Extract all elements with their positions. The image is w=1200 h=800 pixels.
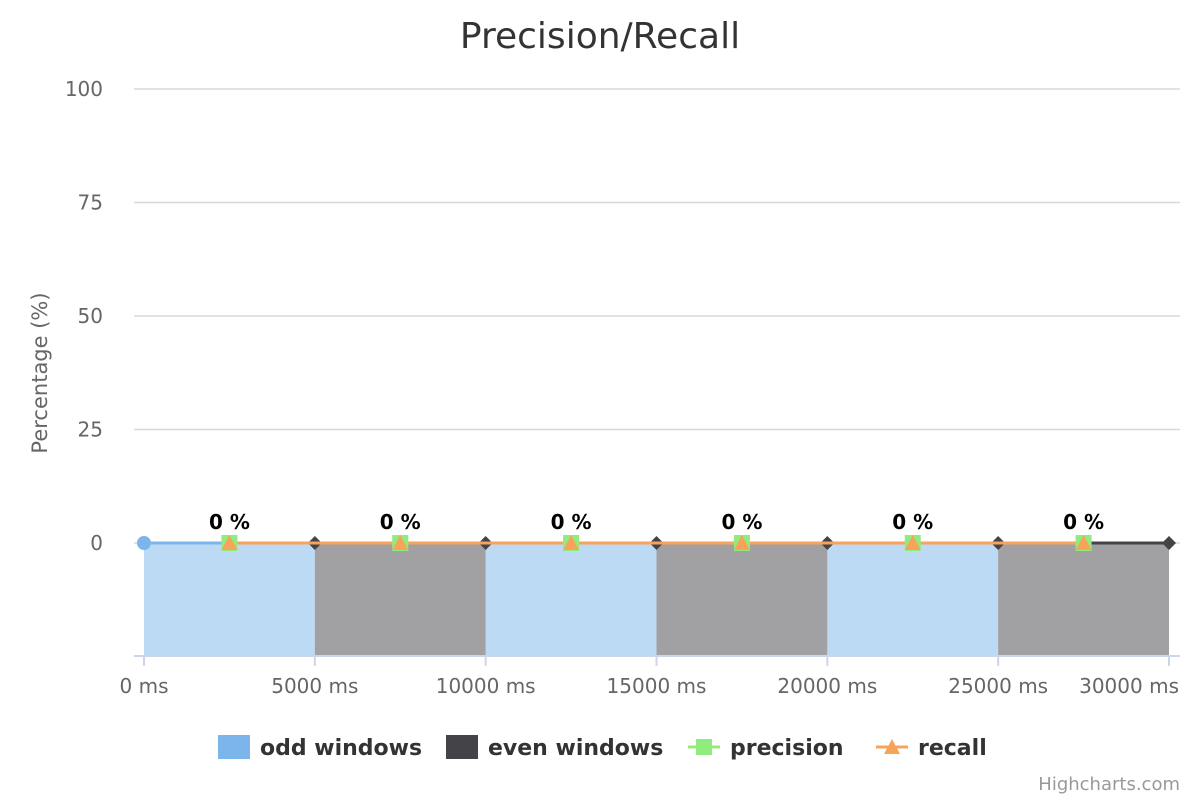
x-tick-label: 0 ms bbox=[120, 674, 169, 698]
grid-lines bbox=[134, 88, 1180, 544]
legend-label: even windows bbox=[488, 736, 663, 761]
window-band-4 bbox=[656, 543, 828, 656]
window-band-2 bbox=[314, 543, 486, 656]
data-label: 0 % bbox=[721, 510, 762, 534]
window-band-6 bbox=[998, 543, 1169, 656]
x-tick-label: 25000 ms bbox=[948, 674, 1048, 698]
x-axis: 0 ms 5000 ms 10000 ms 15000 ms 20000 ms 25000… bbox=[120, 655, 1180, 698]
x-tick-label: 20000 ms bbox=[777, 674, 877, 698]
x-tick-label: 5000 ms bbox=[271, 674, 358, 698]
legend[interactable]: odd windows even windows precision recall bbox=[218, 735, 987, 761]
window-bands bbox=[144, 543, 1169, 656]
window-band-3 bbox=[485, 543, 657, 656]
legend-label: recall bbox=[918, 736, 987, 761]
y-tick-label: 25 bbox=[78, 418, 103, 442]
x-tick-label: 10000 ms bbox=[436, 674, 536, 698]
chart-title: Precision/Recall bbox=[460, 16, 740, 57]
y-axis-ticks: 0 25 50 75 100 bbox=[65, 77, 103, 555]
legend-item-even-windows[interactable]: even windows bbox=[446, 735, 663, 761]
legend-item-odd-windows[interactable]: odd windows bbox=[218, 735, 422, 761]
window-band-1 bbox=[144, 543, 315, 656]
data-label: 0 % bbox=[380, 510, 421, 534]
y-tick-label: 50 bbox=[78, 304, 103, 328]
chart-container: Precision/Recall Percentage (%) 0 25 50 75 1… bbox=[0, 0, 1200, 800]
y-tick-label: 75 bbox=[78, 191, 103, 215]
legend-swatch bbox=[218, 735, 250, 759]
odd-window-marker bbox=[137, 536, 151, 550]
data-label: 0 % bbox=[209, 510, 250, 534]
precision-recall-chart: Precision/Recall Percentage (%) 0 25 50 75 1… bbox=[28, 16, 1180, 795]
data-label: 0 % bbox=[551, 510, 592, 534]
data-label: 0 % bbox=[892, 510, 933, 534]
data-labels: 0 % 0 % 0 % 0 % 0 % 0 % bbox=[209, 510, 1104, 534]
y-tick-label: 0 bbox=[90, 531, 103, 555]
legend-item-precision[interactable]: precision bbox=[688, 736, 844, 761]
legend-marker bbox=[696, 739, 712, 755]
y-tick-label: 100 bbox=[65, 77, 103, 101]
x-tick-label: 30000 ms bbox=[1079, 674, 1179, 698]
data-label: 0 % bbox=[1063, 510, 1104, 534]
credits-link[interactable]: Highcharts.com bbox=[1038, 774, 1180, 795]
x-tick-label: 15000 ms bbox=[607, 674, 707, 698]
legend-label: odd windows bbox=[260, 736, 422, 761]
legend-swatch bbox=[446, 735, 478, 759]
legend-label: precision bbox=[730, 736, 844, 761]
legend-item-recall[interactable]: recall bbox=[876, 736, 987, 761]
window-band-5 bbox=[827, 543, 999, 656]
y-axis-label: Percentage (%) bbox=[28, 292, 52, 453]
